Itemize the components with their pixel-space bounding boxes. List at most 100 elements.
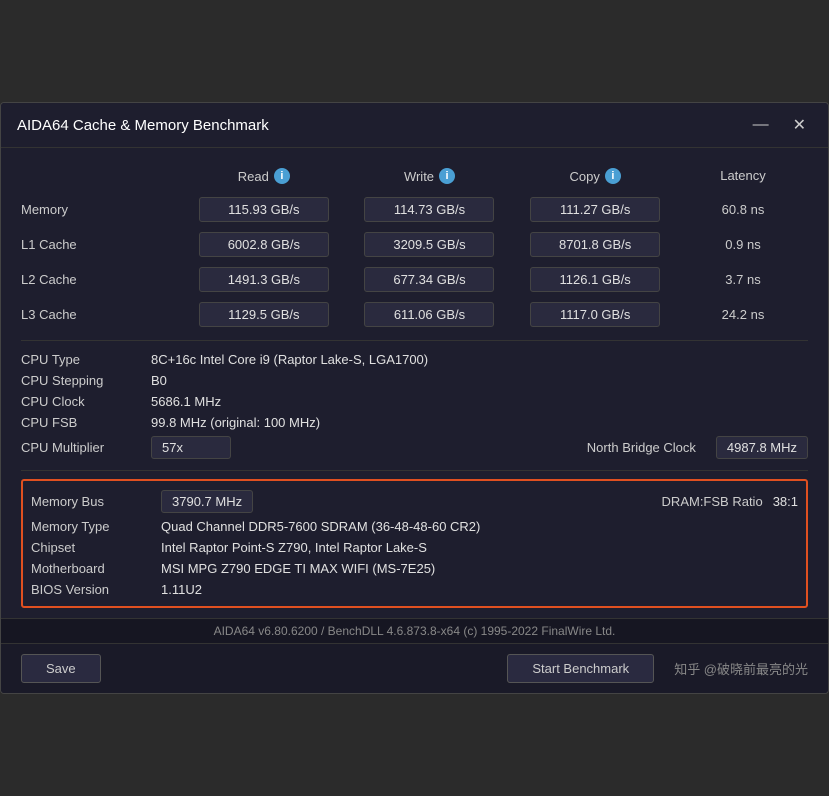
l1-write-value: 3209.5 GB/s — [364, 232, 494, 257]
l2-label: L2 Cache — [21, 272, 181, 287]
cpu-multiplier-row: CPU Multiplier 57x North Bridge Clock 49… — [21, 433, 808, 462]
cpu-multiplier-value: 57x — [151, 436, 231, 459]
cpu-type-row: CPU Type 8C+16c Intel Core i9 (Raptor La… — [21, 349, 808, 370]
bios-row: BIOS Version 1.11U2 — [31, 579, 798, 600]
l1-label: L1 Cache — [21, 237, 181, 252]
l1-write-cell: 3209.5 GB/s — [347, 232, 513, 257]
memory-write-cell: 114.73 GB/s — [347, 197, 513, 222]
memory-type-label: Memory Type — [31, 519, 161, 534]
cpu-fsb-label: CPU FSB — [21, 415, 151, 430]
chipset-label: Chipset — [31, 540, 161, 555]
status-text: AIDA64 v6.80.6200 / BenchDLL 4.6.873.8-x… — [214, 624, 616, 638]
motherboard-row: Motherboard MSI MPG Z790 EDGE TI MAX WIF… — [31, 558, 798, 579]
read-info-icon[interactable]: i — [274, 168, 290, 184]
table-row: L1 Cache 6002.8 GB/s 3209.5 GB/s 8701.8 … — [21, 227, 808, 262]
memory-label: Memory — [21, 202, 181, 217]
bench-rows: Memory 115.93 GB/s 114.73 GB/s 111.27 GB… — [21, 192, 808, 332]
memory-write-value: 114.73 GB/s — [364, 197, 494, 222]
l2-read-value: 1491.3 GB/s — [199, 267, 329, 292]
chipset-value: Intel Raptor Point-S Z790, Intel Raptor … — [161, 540, 798, 555]
header-read: Read i — [181, 168, 347, 184]
l1-read-cell: 6002.8 GB/s — [181, 232, 347, 257]
north-bridge-label: North Bridge Clock — [587, 440, 696, 455]
copy-info-icon[interactable]: i — [605, 168, 621, 184]
cpu-multiplier-label: CPU Multiplier — [21, 440, 151, 455]
window-title: AIDA64 Cache & Memory Benchmark — [17, 117, 269, 134]
l1-read-value: 6002.8 GB/s — [199, 232, 329, 257]
north-bridge-value: 4987.8 MHz — [716, 436, 808, 459]
save-button[interactable]: Save — [21, 654, 101, 683]
memory-bus-label: Memory Bus — [31, 494, 161, 509]
minimize-button[interactable]: — — [747, 114, 775, 136]
l3-read-value: 1129.5 GB/s — [199, 302, 329, 327]
cpu-type-label: CPU Type — [21, 352, 151, 367]
memory-read-cell: 115.93 GB/s — [181, 197, 347, 222]
close-button[interactable]: ✕ — [787, 113, 812, 137]
l3-latency-value: 24.2 ns — [678, 307, 808, 322]
memory-latency-value: 60.8 ns — [678, 202, 808, 217]
table-row: Memory 115.93 GB/s 114.73 GB/s 111.27 GB… — [21, 192, 808, 227]
cpu-fsb-value: 99.8 MHz (original: 100 MHz) — [151, 415, 320, 430]
memory-bus-left: 3790.7 MHz — [161, 490, 662, 513]
bios-value: 1.11U2 — [161, 582, 798, 597]
titlebar-controls: — ✕ — [747, 113, 812, 137]
dram-fsb-label: DRAM:FSB Ratio — [662, 494, 763, 509]
memory-copy-value: 111.27 GB/s — [530, 197, 660, 222]
header-copy: Copy i — [512, 168, 678, 184]
cpu-type-value: 8C+16c Intel Core i9 (Raptor Lake-S, LGA… — [151, 352, 428, 367]
memory-bus-value: 3790.7 MHz — [161, 490, 253, 513]
header-empty — [21, 168, 181, 184]
north-bridge-section: North Bridge Clock 4987.8 MHz — [587, 436, 808, 459]
table-row: L2 Cache 1491.3 GB/s 677.34 GB/s 1126.1 … — [21, 262, 808, 297]
bench-header: Read i Write i Copy i Latency — [21, 164, 808, 192]
motherboard-label: Motherboard — [31, 561, 161, 576]
l3-copy-cell: 1117.0 GB/s — [512, 302, 678, 327]
divider-2 — [21, 470, 808, 471]
cpu-stepping-value: B0 — [151, 373, 167, 388]
memory-type-value: Quad Channel DDR5-7600 SDRAM (36-48-48-6… — [161, 519, 798, 534]
status-bar: AIDA64 v6.80.6200 / BenchDLL 4.6.873.8-x… — [1, 618, 828, 643]
memory-read-value: 115.93 GB/s — [199, 197, 329, 222]
cpu-stepping-label: CPU Stepping — [21, 373, 151, 388]
l1-copy-value: 8701.8 GB/s — [530, 232, 660, 257]
l2-write-value: 677.34 GB/s — [364, 267, 494, 292]
bios-label: BIOS Version — [31, 582, 161, 597]
l3-write-cell: 611.06 GB/s — [347, 302, 513, 327]
titlebar: AIDA64 Cache & Memory Benchmark — ✕ — [1, 103, 828, 148]
l1-latency-value: 0.9 ns — [678, 237, 808, 252]
main-window: AIDA64 Cache & Memory Benchmark — ✕ Read… — [0, 102, 829, 694]
l3-write-value: 611.06 GB/s — [364, 302, 494, 327]
l3-label: L3 Cache — [21, 307, 181, 322]
l1-copy-cell: 8701.8 GB/s — [512, 232, 678, 257]
cpu-info-section: CPU Type 8C+16c Intel Core i9 (Raptor La… — [21, 349, 808, 462]
cpu-clock-label: CPU Clock — [21, 394, 151, 409]
divider-1 — [21, 340, 808, 341]
header-write: Write i — [347, 168, 513, 184]
header-latency: Latency — [678, 168, 808, 184]
l2-copy-value: 1126.1 GB/s — [530, 267, 660, 292]
content-area: Read i Write i Copy i Latency Memory 115… — [1, 148, 828, 608]
cpu-clock-row: CPU Clock 5686.1 MHz — [21, 391, 808, 412]
l2-write-cell: 677.34 GB/s — [347, 267, 513, 292]
motherboard-value: MSI MPG Z790 EDGE TI MAX WIFI (MS-7E25) — [161, 561, 798, 576]
l2-copy-cell: 1126.1 GB/s — [512, 267, 678, 292]
watermark-text: 知乎 @破晓前最亮的光 — [674, 659, 808, 678]
cpu-stepping-row: CPU Stepping B0 — [21, 370, 808, 391]
start-benchmark-button[interactable]: Start Benchmark — [507, 654, 654, 683]
dram-fsb-value: 38:1 — [773, 494, 798, 509]
l2-read-cell: 1491.3 GB/s — [181, 267, 347, 292]
l3-copy-value: 1117.0 GB/s — [530, 302, 660, 327]
memory-copy-cell: 111.27 GB/s — [512, 197, 678, 222]
dram-fsb-section: DRAM:FSB Ratio 38:1 — [662, 494, 798, 509]
cpu-fsb-row: CPU FSB 99.8 MHz (original: 100 MHz) — [21, 412, 808, 433]
memory-type-row: Memory Type Quad Channel DDR5-7600 SDRAM… — [31, 516, 798, 537]
cpu-multiplier-left: 57x — [151, 436, 587, 459]
memory-bus-row: Memory Bus 3790.7 MHz DRAM:FSB Ratio 38:… — [31, 487, 798, 516]
bottom-bar: Save Start Benchmark 知乎 @破晓前最亮的光 — [1, 643, 828, 693]
write-info-icon[interactable]: i — [439, 168, 455, 184]
l3-read-cell: 1129.5 GB/s — [181, 302, 347, 327]
l2-latency-value: 3.7 ns — [678, 272, 808, 287]
cpu-clock-value: 5686.1 MHz — [151, 394, 221, 409]
highlighted-section: Memory Bus 3790.7 MHz DRAM:FSB Ratio 38:… — [21, 479, 808, 608]
table-row: L3 Cache 1129.5 GB/s 611.06 GB/s 1117.0 … — [21, 297, 808, 332]
